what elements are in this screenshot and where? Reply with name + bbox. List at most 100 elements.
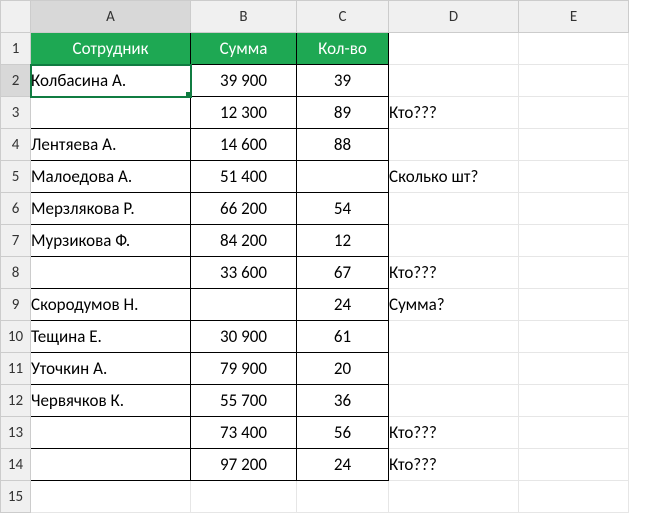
row-header[interactable]: 1 [1, 33, 31, 65]
cell-employee[interactable] [31, 257, 191, 289]
row-header[interactable]: 9 [1, 289, 31, 321]
cell-qty[interactable]: 20 [297, 353, 389, 385]
cell-employee[interactable]: Тещина Е. [31, 321, 191, 353]
cell[interactable] [519, 225, 629, 257]
cell[interactable] [519, 65, 629, 97]
cell-note[interactable] [389, 65, 519, 97]
cell[interactable] [519, 129, 629, 161]
cell[interactable] [31, 481, 191, 513]
table-row: 6 Мерзлякова Р. 66 200 54 [1, 193, 629, 225]
cell-employee[interactable]: Уточкин А. [31, 353, 191, 385]
cell-qty[interactable]: 36 [297, 385, 389, 417]
cell-qty[interactable]: 56 [297, 417, 389, 449]
row-header[interactable]: 2 [1, 65, 31, 97]
cell-note[interactable]: Кто??? [389, 257, 519, 289]
cell-sum[interactable]: 73 400 [191, 417, 297, 449]
cell[interactable] [519, 481, 629, 513]
cell-sum[interactable]: 97 200 [191, 449, 297, 481]
cell-employee[interactable]: Скородумов Н. [31, 289, 191, 321]
cell[interactable] [389, 33, 519, 65]
cell-note[interactable] [389, 193, 519, 225]
cell-sum[interactable]: 39 900 [191, 65, 297, 97]
row-header[interactable]: 3 [1, 97, 31, 129]
col-header-b[interactable]: B [191, 1, 297, 33]
row-header[interactable]: 15 [1, 481, 31, 513]
header-employee[interactable]: Сотрудник [31, 33, 191, 65]
cell-sum[interactable]: 14 600 [191, 129, 297, 161]
col-header-e[interactable]: E [519, 1, 629, 33]
row-header[interactable]: 8 [1, 257, 31, 289]
cell-employee[interactable]: Колбасина А. [31, 65, 191, 97]
row-header[interactable]: 11 [1, 353, 31, 385]
cell[interactable] [519, 161, 629, 193]
cell-sum[interactable]: 84 200 [191, 225, 297, 257]
cell[interactable] [389, 481, 519, 513]
cell-note[interactable] [389, 385, 519, 417]
cell-employee[interactable]: Мурзикова Ф. [31, 225, 191, 257]
cell-sum[interactable]: 12 300 [191, 97, 297, 129]
cell[interactable] [519, 321, 629, 353]
cell-qty[interactable]: 12 [297, 225, 389, 257]
cell[interactable] [191, 481, 297, 513]
row-header[interactable]: 13 [1, 417, 31, 449]
cell-employee[interactable]: Лентяева А. [31, 129, 191, 161]
row-header[interactable]: 4 [1, 129, 31, 161]
cell-note[interactable]: Кто??? [389, 97, 519, 129]
cell-qty[interactable] [297, 161, 389, 193]
cell-note[interactable] [389, 321, 519, 353]
cell[interactable] [519, 449, 629, 481]
col-header-a[interactable]: A [31, 1, 191, 33]
cell-note[interactable] [389, 129, 519, 161]
cell[interactable] [519, 97, 629, 129]
cell-qty[interactable]: 39 [297, 65, 389, 97]
cell[interactable] [297, 481, 389, 513]
cell-employee[interactable]: Мерзлякова Р. [31, 193, 191, 225]
cell-note[interactable]: Сумма? [389, 289, 519, 321]
cell-sum[interactable] [191, 289, 297, 321]
cell[interactable] [519, 417, 629, 449]
cell-sum[interactable]: 51 400 [191, 161, 297, 193]
cell-note[interactable]: Кто??? [389, 449, 519, 481]
cell-qty[interactable]: 67 [297, 257, 389, 289]
cell[interactable] [519, 193, 629, 225]
row-header[interactable]: 5 [1, 161, 31, 193]
spreadsheet-grid[interactable]: A B C D E 1 Сотрудник Сумма Кол-во 2 Кол… [0, 0, 629, 513]
select-all-corner[interactable] [1, 1, 31, 33]
cell-qty[interactable]: 61 [297, 321, 389, 353]
cell-qty[interactable]: 89 [297, 97, 389, 129]
cell-sum[interactable]: 33 600 [191, 257, 297, 289]
cell-qty[interactable]: 54 [297, 193, 389, 225]
row-header[interactable]: 6 [1, 193, 31, 225]
cell[interactable] [519, 33, 629, 65]
cell-note[interactable] [389, 225, 519, 257]
row-header[interactable]: 14 [1, 449, 31, 481]
cell-note[interactable] [389, 353, 519, 385]
cell-qty[interactable]: 24 [297, 289, 389, 321]
header-sum[interactable]: Сумма [191, 33, 297, 65]
cell-employee[interactable] [31, 97, 191, 129]
cell[interactable] [519, 289, 629, 321]
cell[interactable] [519, 385, 629, 417]
cell-note[interactable]: Кто??? [389, 417, 519, 449]
cell-employee[interactable]: Червячков К. [31, 385, 191, 417]
row-header[interactable]: 10 [1, 321, 31, 353]
cell[interactable] [519, 257, 629, 289]
cell-sum[interactable]: 30 900 [191, 321, 297, 353]
col-header-d[interactable]: D [389, 1, 519, 33]
cell-sum[interactable]: 55 700 [191, 385, 297, 417]
header-qty[interactable]: Кол-во [297, 33, 389, 65]
cell-qty[interactable]: 88 [297, 129, 389, 161]
cell-employee[interactable] [31, 417, 191, 449]
cell-employee[interactable] [31, 449, 191, 481]
cell-employee[interactable]: Малоедова А. [31, 161, 191, 193]
col-header-c[interactable]: C [297, 1, 389, 33]
cell-note[interactable]: Сколько шт? [389, 161, 519, 193]
cell[interactable] [519, 353, 629, 385]
table-row: 7 Мурзикова Ф. 84 200 12 [1, 225, 629, 257]
cell-sum[interactable]: 79 900 [191, 353, 297, 385]
cell-sum[interactable]: 66 200 [191, 193, 297, 225]
row-header[interactable]: 12 [1, 385, 31, 417]
table-row: 12 Червячков К. 55 700 36 [1, 385, 629, 417]
cell-qty[interactable]: 24 [297, 449, 389, 481]
row-header[interactable]: 7 [1, 225, 31, 257]
